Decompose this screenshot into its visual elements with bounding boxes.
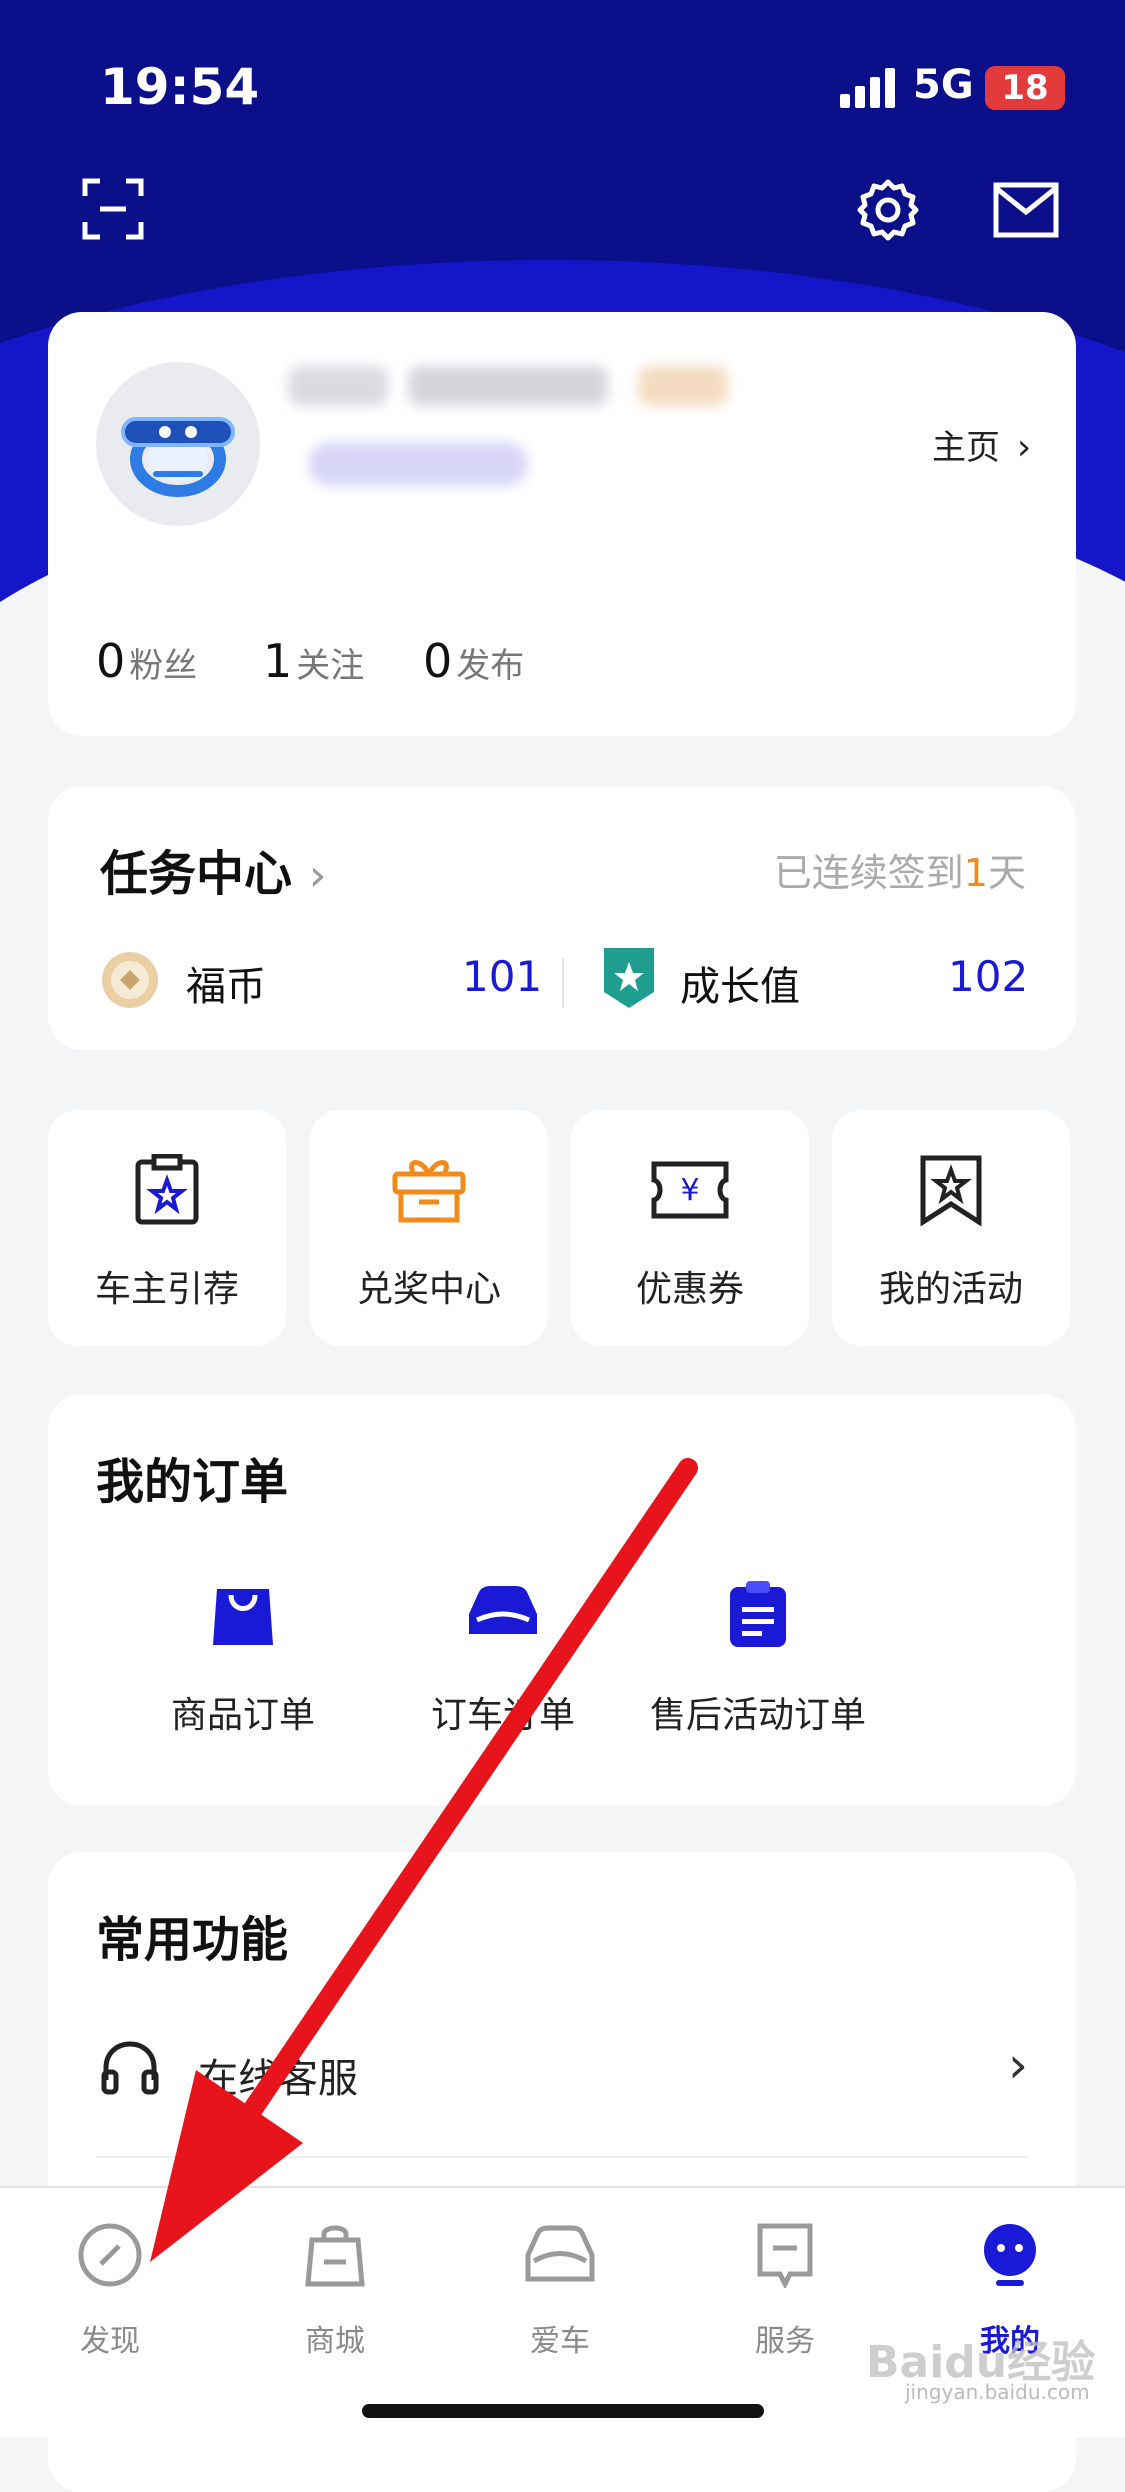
- stat-posts[interactable]: 0 发布: [423, 634, 524, 688]
- order-item-label: 商品订单: [170, 1695, 315, 1736]
- service-card-icon: [695, 2220, 875, 2290]
- chevron-right-icon: ›: [1016, 427, 1032, 468]
- home-indicator: [362, 2404, 764, 2418]
- network-label: 5G: [913, 62, 974, 108]
- task-center-card: 任务中心 › 已连续签到1天 福币 101 成长值 102: [48, 786, 1076, 1050]
- quick-link-coupon[interactable]: ¥ 优惠券: [571, 1110, 809, 1346]
- profile-card: 主页 › 0 粉丝 1 关注 0 发布: [48, 312, 1076, 736]
- stat-value: 0: [423, 634, 453, 688]
- watermark-url: jingyan.baidu.com: [905, 2380, 1090, 2404]
- homepage-label: 主页: [932, 428, 1000, 468]
- tab-my-car[interactable]: 爱车: [470, 2212, 650, 2362]
- car-front-icon: [470, 2220, 650, 2290]
- order-item-label: 售后活动订单: [649, 1695, 866, 1736]
- stat-fans[interactable]: 0 粉丝: [96, 634, 197, 688]
- identity-tag-blurred: [308, 442, 528, 486]
- growth-value[interactable]: 102: [948, 952, 1028, 1001]
- order-item-car[interactable]: 订车订单: [378, 1574, 628, 1774]
- tab-label: 发现: [80, 2324, 140, 2359]
- order-item-label: 订车订单: [430, 1695, 575, 1736]
- headset-icon: [100, 2040, 160, 2100]
- quick-link-referral[interactable]: 车主引荐: [48, 1110, 286, 1346]
- function-item-online-service[interactable]: 在线客服 ›: [48, 2012, 1076, 2122]
- stat-label: 粉丝: [129, 646, 198, 686]
- avatar[interactable]: [96, 362, 260, 526]
- status-time: 19:54: [100, 58, 260, 116]
- chevron-right-icon: ›: [308, 850, 327, 901]
- tab-discover[interactable]: 发现: [20, 2212, 200, 2362]
- stat-value: 1: [263, 634, 293, 688]
- stat-following[interactable]: 1 关注: [263, 634, 364, 688]
- avatar-face-icon: [920, 2220, 1100, 2290]
- stat-value: 0: [96, 634, 126, 688]
- robot-avatar-icon: [121, 417, 235, 497]
- svg-text:¥: ¥: [680, 1173, 699, 1208]
- checkin-status: 已连续签到1天: [774, 842, 1026, 897]
- chevron-right-icon: ›: [1008, 2036, 1028, 2094]
- level-badge-blurred: [638, 366, 728, 406]
- quick-link-label: 车主引荐: [94, 1269, 239, 1310]
- stat-label: 关注: [296, 646, 365, 686]
- function-item-label: 在线客服: [198, 2056, 358, 2102]
- tab-mall[interactable]: 商城: [245, 2212, 425, 2362]
- coin-value[interactable]: 101: [462, 952, 542, 1001]
- shield-star-icon: [602, 946, 656, 1014]
- coin-icon: [100, 950, 160, 1014]
- quick-link-label: 我的活动: [878, 1269, 1023, 1310]
- clipboard-star-icon: [48, 1150, 286, 1230]
- compass-icon: [20, 2220, 200, 2290]
- gear-icon[interactable]: [856, 178, 920, 246]
- growth-label: 成长值: [680, 964, 800, 1010]
- clipboard-list-icon: [608, 1574, 908, 1654]
- quick-link-prize-center[interactable]: 兑奖中心: [310, 1110, 548, 1346]
- gift-box-icon: [310, 1150, 548, 1230]
- checkin-days: 1: [963, 851, 988, 895]
- stat-label: 发布: [456, 646, 525, 686]
- coupon-icon: ¥: [571, 1150, 809, 1230]
- scan-icon[interactable]: [82, 178, 144, 244]
- orders-card: 我的订单 商品订单 订车订单 售后活动订单: [48, 1394, 1076, 1806]
- task-center-title[interactable]: 任务中心 ›: [100, 834, 326, 904]
- checkin-suffix: 天: [987, 851, 1026, 895]
- bookmark-star-icon: [832, 1150, 1070, 1230]
- checkin-prefix: 已连续签到: [773, 851, 964, 895]
- username-blurred-2: [408, 366, 608, 406]
- order-item-goods[interactable]: 商品订单: [118, 1574, 368, 1774]
- tab-service[interactable]: 服务: [695, 2212, 875, 2362]
- quick-link-my-activities[interactable]: 我的活动: [832, 1110, 1070, 1346]
- username-blurred: [288, 366, 388, 406]
- homepage-link[interactable]: 主页 ›: [932, 420, 1031, 469]
- tab-label: 服务: [755, 2324, 815, 2359]
- order-item-aftersales[interactable]: 售后活动订单: [608, 1574, 908, 1774]
- battery-badge: 18: [985, 66, 1065, 110]
- functions-title: 常用功能: [96, 1912, 289, 1968]
- quick-link-label: 优惠券: [635, 1269, 744, 1310]
- mail-icon[interactable]: [993, 182, 1059, 242]
- task-center-title-text: 任务中心: [100, 846, 293, 902]
- divider: [562, 958, 564, 1008]
- divider: [96, 2156, 1028, 2158]
- quick-link-label: 兑奖中心: [356, 1269, 501, 1310]
- orders-title: 我的订单: [96, 1454, 289, 1510]
- tab-label: 爱车: [530, 2324, 590, 2359]
- car-icon: [378, 1574, 628, 1654]
- coin-label: 福币: [186, 964, 266, 1010]
- shopping-bag-icon: [118, 1574, 368, 1654]
- tab-label: 商城: [305, 2324, 365, 2359]
- shopping-bag-icon: [245, 2220, 425, 2290]
- signal-icon: [840, 68, 900, 112]
